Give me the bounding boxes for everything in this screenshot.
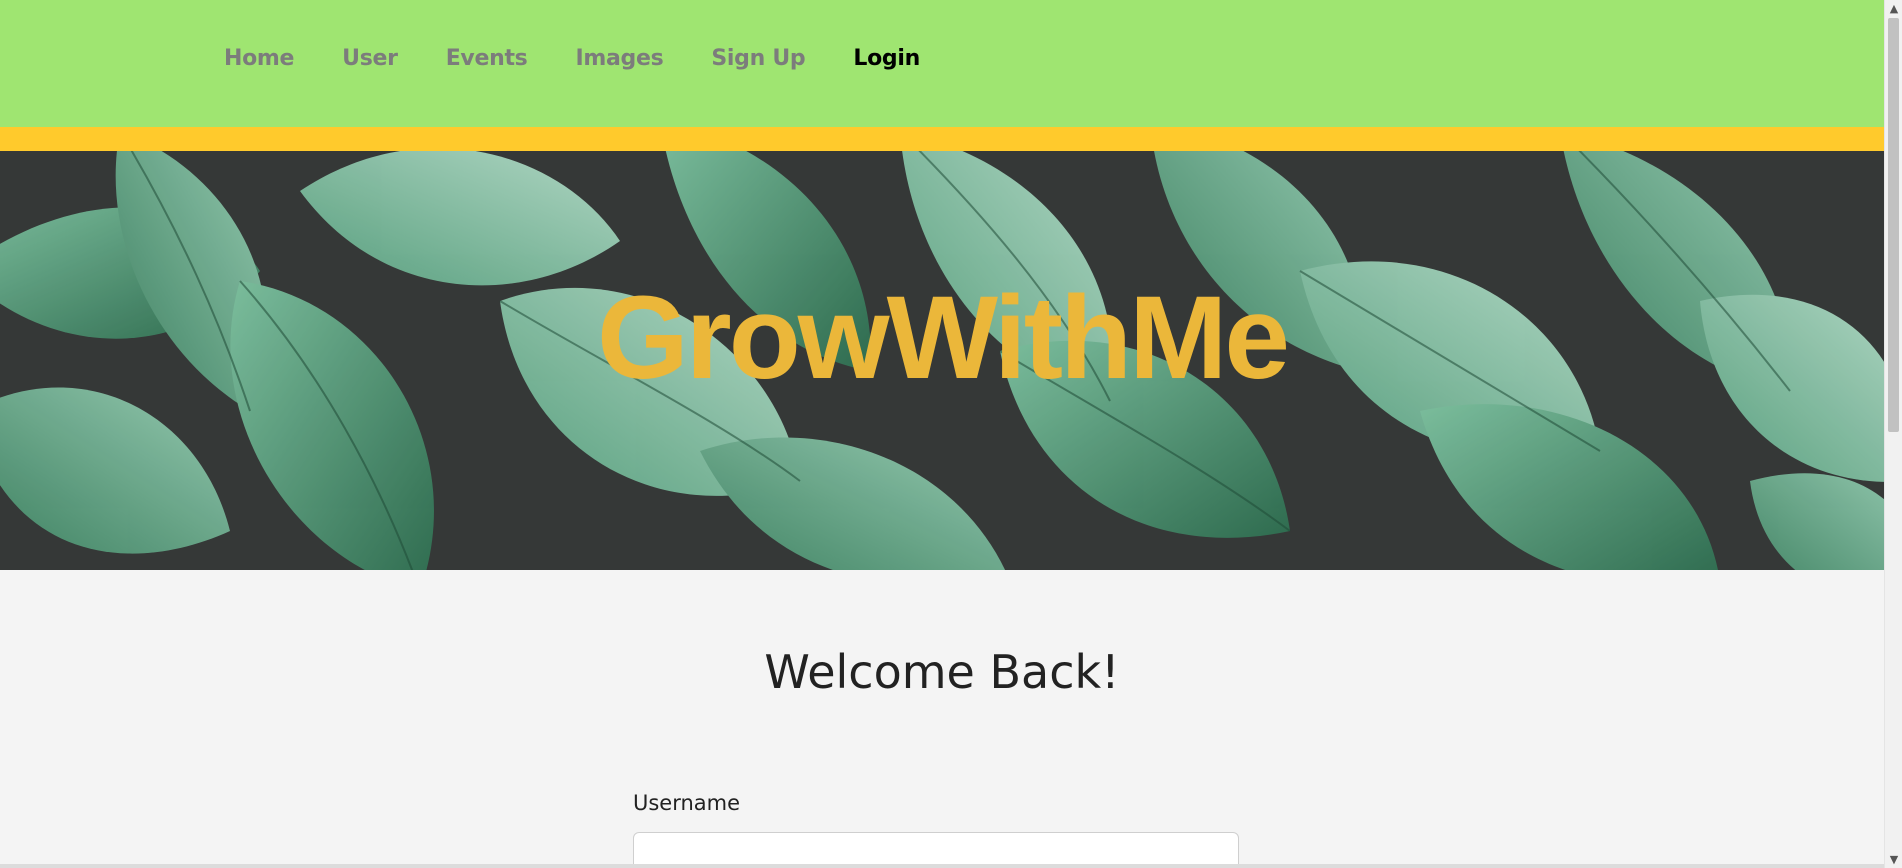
- nav-link-home[interactable]: Home: [224, 46, 294, 71]
- vertical-scrollbar[interactable]: ▲ ▼: [1884, 0, 1902, 868]
- hero-banner: GrowWithMe: [0, 151, 1884, 570]
- scroll-up-arrow-icon[interactable]: ▲: [1885, 0, 1902, 17]
- username-input[interactable]: [633, 832, 1239, 868]
- page: Home User Events Images Sign Up Login Gr…: [0, 0, 1884, 868]
- welcome-heading: Welcome Back!: [764, 645, 1120, 699]
- scroll-down-arrow-icon[interactable]: ▼: [1885, 851, 1902, 868]
- navbar: Home User Events Images Sign Up Login: [0, 0, 1884, 127]
- nav-link-images[interactable]: Images: [575, 46, 663, 71]
- site-title: GrowWithMe: [597, 272, 1290, 404]
- scrollbar-thumb[interactable]: [1888, 18, 1899, 432]
- nav-link-login[interactable]: Login: [853, 46, 920, 71]
- nav-link-user[interactable]: User: [342, 46, 398, 71]
- nav-accent-bar: [0, 127, 1884, 151]
- horizontal-scrollbar-track: [0, 864, 1884, 868]
- nav-link-events[interactable]: Events: [446, 46, 528, 71]
- username-label: Username: [633, 791, 741, 815]
- nav-link-sign-up[interactable]: Sign Up: [711, 46, 805, 71]
- nav-menu: Home User Events Images Sign Up Login: [224, 46, 968, 71]
